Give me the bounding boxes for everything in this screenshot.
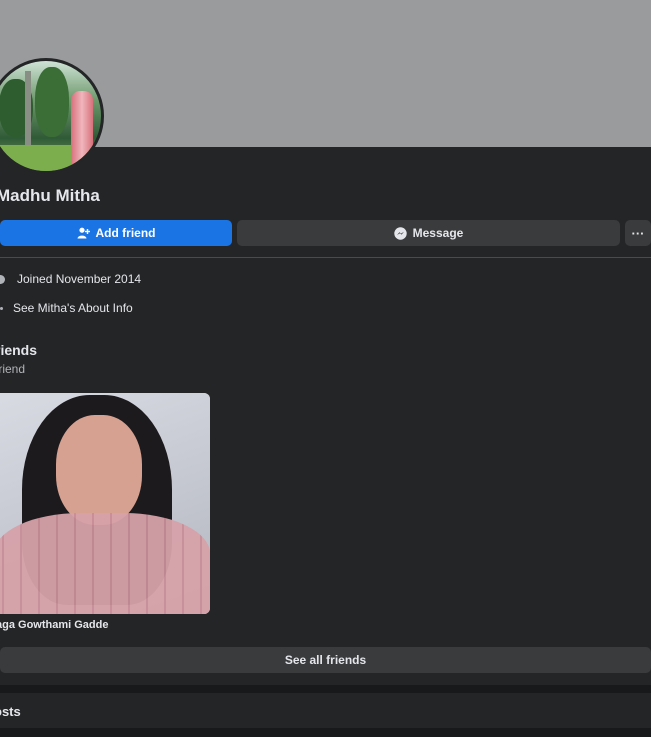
avatar-tree: [35, 67, 69, 137]
profile-name: Madhu Mitha: [0, 186, 100, 205]
divider: [0, 257, 651, 258]
about-text: See Mitha's About Info: [13, 301, 133, 315]
see-all-label: See all friends: [284, 653, 367, 667]
section-separator: [0, 685, 651, 693]
add-friend-button[interactable]: Add friend: [0, 220, 232, 246]
photo-face: [56, 415, 142, 525]
joined-text: Joined November 2014: [17, 272, 142, 286]
photo-clothing: [0, 513, 210, 614]
friend-photo[interactable]: [0, 393, 210, 614]
add-friend-label: Add friend: [95, 226, 156, 240]
intro-joined: Joined November 2014: [0, 272, 141, 286]
more-options-button[interactable]: ···: [625, 220, 651, 246]
add-user-icon: [77, 226, 91, 240]
friend-name-link[interactable]: aga Gowthami Gadde: [0, 619, 108, 631]
messenger-icon: [394, 226, 408, 240]
intro-about-link[interactable]: See Mitha's About Info: [0, 301, 133, 315]
clock-icon: [0, 274, 5, 284]
posts-heading: osts: [0, 704, 21, 719]
message-label: Message: [412, 226, 464, 240]
message-button[interactable]: Message: [237, 220, 620, 246]
friends-heading[interactable]: riends: [0, 342, 37, 358]
avatar-person: [71, 91, 93, 165]
see-all-friends-button[interactable]: See all friends: [0, 647, 651, 673]
info-icon: [0, 306, 3, 310]
section-separator: [0, 728, 651, 737]
posts-section: [0, 695, 651, 727]
more-label: ···: [631, 225, 645, 241]
friends-count: friend: [0, 362, 26, 376]
